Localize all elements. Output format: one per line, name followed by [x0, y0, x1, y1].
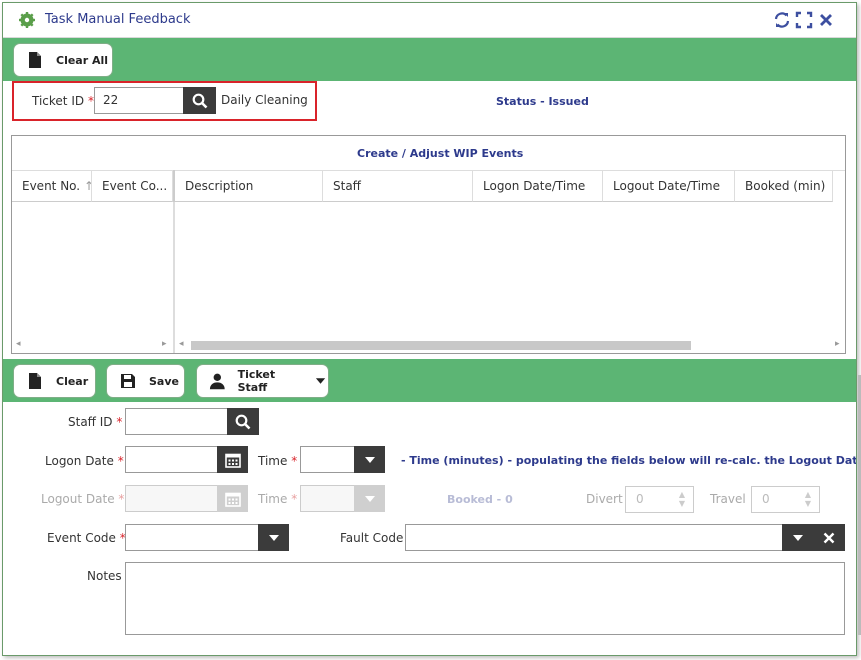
- refresh-icon: [774, 12, 790, 28]
- travel-label: Travel: [710, 492, 746, 506]
- ticket-id-label: Ticket ID *: [32, 94, 94, 108]
- clear-all-label: Clear All: [56, 53, 109, 67]
- close-icon: [823, 532, 834, 543]
- maximize-icon: [795, 11, 813, 29]
- chevron-down-icon: [315, 378, 326, 384]
- fault-code-clear-button[interactable]: [812, 524, 845, 551]
- notes-textarea[interactable]: [125, 562, 845, 635]
- horizontal-scroll-thumb[interactable]: [191, 341, 691, 350]
- column-header-event-code[interactable]: Event Co...: [92, 170, 173, 202]
- search-icon: [235, 414, 251, 429]
- ticket-description: Daily Cleaning: [221, 93, 308, 107]
- ticket-search-button[interactable]: [183, 87, 216, 114]
- calendar-icon: [224, 492, 241, 507]
- stepper-arrows-icon[interactable]: ▲ ▼: [679, 490, 685, 508]
- staff-id-input[interactable]: [125, 408, 228, 435]
- close-button[interactable]: [817, 11, 835, 29]
- travel-value: 0: [762, 492, 770, 506]
- clear-all-button[interactable]: Clear All: [14, 44, 112, 76]
- logon-date-input[interactable]: [125, 446, 218, 473]
- frozen-column-divider: [173, 202, 175, 353]
- column-header-description[interactable]: Description: [173, 170, 323, 202]
- chevron-down-icon: [268, 534, 279, 541]
- chevron-down-icon: [364, 495, 375, 502]
- ticket-staff-label: Ticket Staff: [237, 368, 276, 394]
- top-toolbar: Clear All: [3, 38, 856, 81]
- clear-label: Clear: [56, 374, 89, 388]
- logon-time-label: Time *: [258, 454, 298, 468]
- form-toolbar: Clear Save Ticket Staff: [3, 359, 856, 402]
- user-icon: [209, 373, 225, 390]
- ticket-staff-button[interactable]: Ticket Staff: [197, 365, 328, 397]
- grid-caption-bar: Create / Adjust WIP Events: [12, 136, 845, 171]
- event-code-dropdown[interactable]: [258, 524, 289, 551]
- grid-caption: Create / Adjust WIP Events: [357, 147, 524, 160]
- logout-time-dropdown[interactable]: [354, 485, 385, 512]
- column-header-logout[interactable]: Logout Date/Time: [603, 170, 735, 202]
- chevron-down-icon: [364, 456, 375, 463]
- column-header-staff[interactable]: Staff: [323, 170, 473, 202]
- staff-search-button[interactable]: [227, 408, 259, 435]
- divert-label: Divert: [586, 492, 623, 506]
- column-header-booked[interactable]: Booked (min): [735, 170, 833, 202]
- right-scroll-left-arrow[interactable]: ◂: [179, 339, 184, 353]
- left-scroll-left-arrow[interactable]: ◂: [16, 339, 21, 353]
- maximize-button[interactable]: [795, 11, 813, 29]
- status-text: Status - Issued: [496, 95, 589, 108]
- chevron-down-icon: [792, 534, 803, 541]
- logout-date-label: Logout Date *: [41, 492, 125, 506]
- travel-stepper[interactable]: 0 ▲ ▼: [751, 486, 820, 513]
- column-header-event-no[interactable]: Event No. ↑: [12, 170, 92, 202]
- logon-time-dropdown[interactable]: [354, 446, 385, 473]
- task-manual-feedback-window: Task Manual Feedback Clear All Ticket ID…: [2, 2, 857, 656]
- time-hint: - Time (minutes) - populating the fields…: [401, 454, 857, 467]
- logon-date-picker-button[interactable]: [217, 446, 248, 473]
- logout-time-input[interactable]: [300, 485, 355, 512]
- stepper-arrows-icon[interactable]: ▲ ▼: [805, 490, 811, 508]
- left-scroll-right-arrow[interactable]: ▸: [162, 339, 167, 353]
- logon-date-label: Logon Date *: [45, 454, 124, 468]
- wip-events-grid: Create / Adjust WIP Events Event No. ↑ E…: [11, 135, 846, 354]
- ticket-id-input[interactable]: 22: [94, 87, 184, 114]
- save-label: Save: [149, 374, 179, 388]
- fault-code-select[interactable]: [405, 524, 783, 551]
- staff-id-label: Staff ID *: [68, 415, 123, 429]
- logout-date-input[interactable]: [125, 485, 218, 512]
- document-icon: [29, 52, 41, 68]
- fault-code-dropdown[interactable]: [782, 524, 813, 551]
- clear-button[interactable]: Clear: [14, 365, 95, 397]
- refresh-button[interactable]: [773, 11, 791, 29]
- close-icon: [820, 14, 832, 26]
- logout-date-picker-button[interactable]: [217, 485, 248, 512]
- title-bar: Task Manual Feedback: [3, 3, 856, 38]
- fault-code-label: Fault Code: [340, 531, 404, 545]
- notes-label: Notes: [87, 569, 122, 583]
- event-code-select[interactable]: [125, 524, 259, 551]
- document-icon: [29, 373, 41, 389]
- save-button[interactable]: Save: [107, 365, 184, 397]
- window-title: Task Manual Feedback: [45, 12, 191, 27]
- logout-time-label: Time *: [258, 492, 298, 506]
- floppy-icon: [121, 374, 135, 388]
- booked-text: Booked - 0: [447, 493, 513, 506]
- column-header-logon[interactable]: Logon Date/Time: [473, 170, 603, 202]
- gear-icon: [19, 12, 35, 28]
- divert-value: 0: [636, 492, 644, 506]
- calendar-icon: [224, 453, 241, 468]
- logon-time-input[interactable]: [300, 446, 355, 473]
- right-scroll-right-arrow[interactable]: ▸: [835, 339, 840, 353]
- divert-stepper[interactable]: 0 ▲ ▼: [625, 486, 694, 513]
- event-code-label: Event Code *: [47, 531, 126, 545]
- search-icon: [192, 93, 207, 108]
